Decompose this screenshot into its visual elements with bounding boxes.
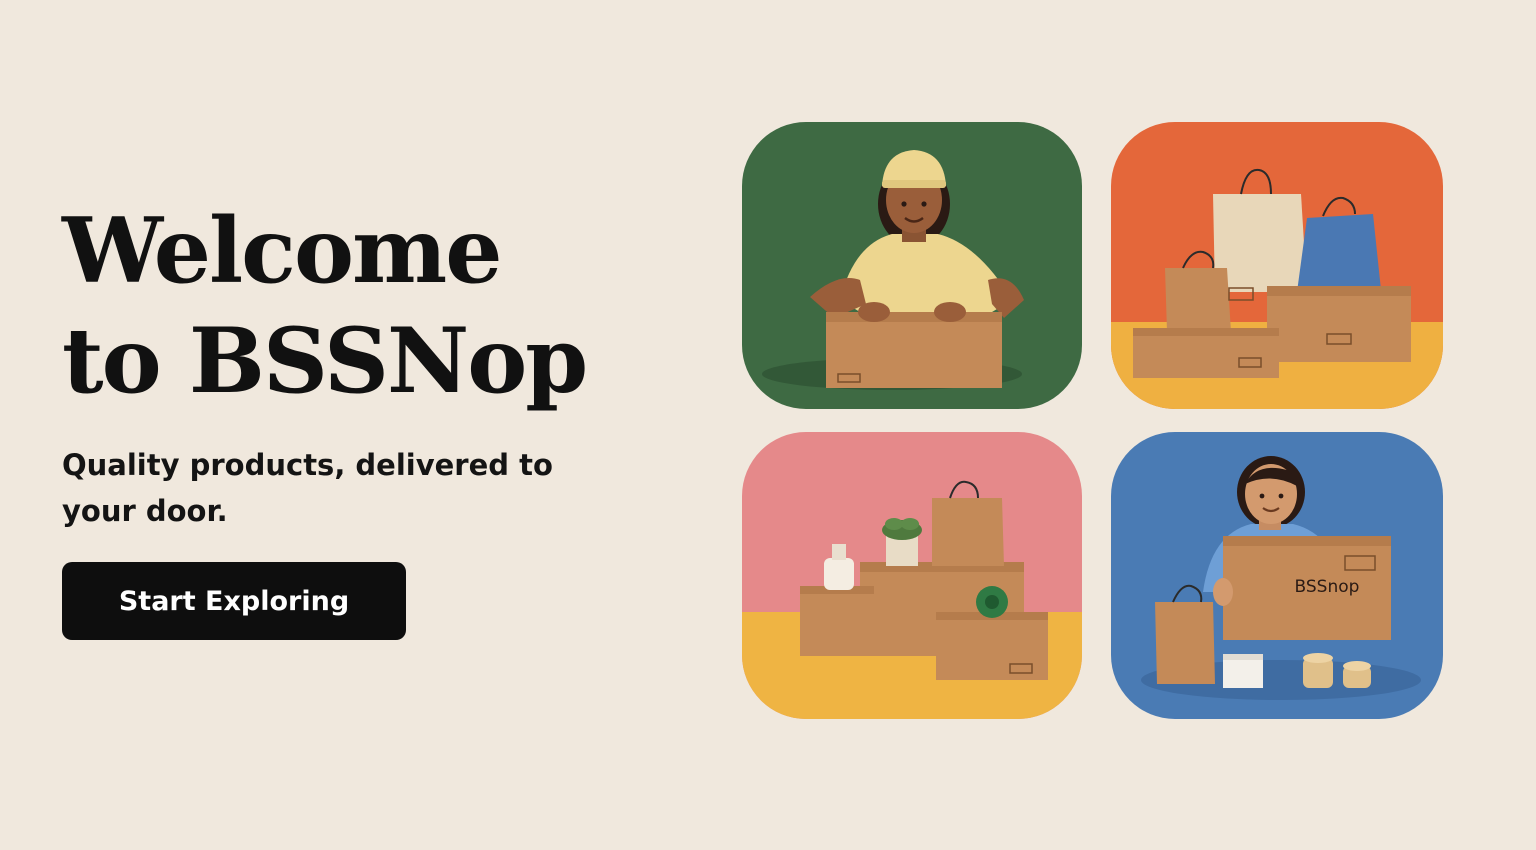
hero-title-line-2: to BSSNop — [62, 308, 588, 414]
branded-box-graphic: BSSnop — [1111, 432, 1443, 719]
hero-title: Welcome to BSSNop — [62, 196, 588, 416]
delivery-person-graphic — [742, 122, 1082, 409]
shopping-bags-illustration — [1111, 122, 1443, 409]
start-exploring-button[interactable]: Start Exploring — [62, 562, 406, 640]
branded-box-illustration: BSSnop — [1111, 432, 1443, 719]
shopping-bags-graphic — [1111, 122, 1443, 409]
products-and-boxes-graphic — [742, 432, 1082, 719]
products-and-boxes-illustration — [742, 432, 1082, 719]
landing-page: Welcome to BSSNop Quality products, deli… — [0, 0, 1536, 850]
hero-title-line-1: Welcome — [62, 198, 503, 304]
delivery-person-illustration — [742, 122, 1082, 409]
hero-subtitle: Quality products, delivered to your door… — [62, 448, 553, 528]
box-brand-label: BSSnop — [1295, 577, 1360, 597]
